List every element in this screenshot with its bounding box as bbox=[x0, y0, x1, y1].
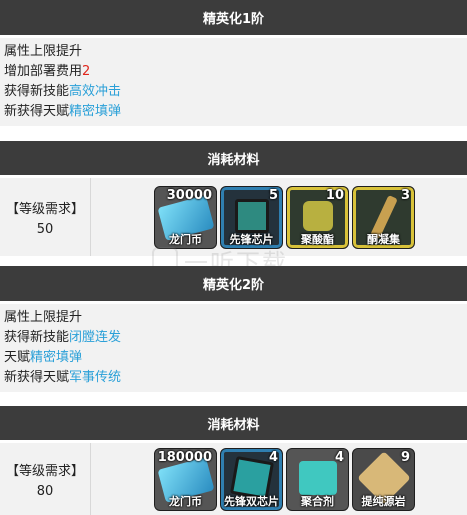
elite2-line-new-talent: 新获得天赋军事传统 bbox=[4, 370, 122, 385]
elite2-line-attr: 属性上限提升 bbox=[4, 310, 83, 325]
elite1-materials-row: 【等级需求】 50 30000 龙门币 5 先锋芯片 10 聚酸酯 3 酮凝集 bbox=[0, 178, 467, 256]
polymerization-icon bbox=[299, 460, 337, 495]
elite1-line-talent: 新获得天赋精密填弹 bbox=[4, 104, 122, 119]
vanguard-chip-icon bbox=[235, 198, 269, 233]
material-item[interactable]: 9 提纯源岩 bbox=[352, 447, 415, 511]
elite1-line-skill: 获得新技能高效冲击 bbox=[4, 84, 122, 99]
elite1-line-attr: 属性上限提升 bbox=[4, 44, 83, 59]
material-item[interactable]: 4 先锋双芯片 bbox=[220, 447, 283, 511]
elite2-materials-header: 消耗材料 bbox=[0, 406, 467, 440]
material-item[interactable]: 5 先锋芯片 bbox=[220, 185, 283, 249]
skill-link[interactable]: 闭膛连发 bbox=[69, 330, 121, 345]
talent-link[interactable]: 精密填弹 bbox=[69, 104, 121, 119]
material-item[interactable]: 180000 龙门币 bbox=[154, 447, 217, 511]
elite2-description: 属性上限提升 获得新技能闭膛连发 天赋精密填弹 新获得天赋军事传统 bbox=[0, 304, 467, 392]
talent-link[interactable]: 军事传统 bbox=[69, 370, 121, 385]
elite1-level: 50 bbox=[36, 221, 54, 237]
polyester-icon bbox=[303, 200, 333, 231]
elite1-title: 精英化1阶 bbox=[202, 12, 265, 27]
elite1-materials-header: 消耗材料 bbox=[0, 141, 467, 175]
skill-link[interactable]: 高效冲击 bbox=[69, 84, 121, 99]
elite2-requirement: 【等级需求】 80 bbox=[0, 443, 91, 515]
elite1-line-cost: 增加部署费用2 bbox=[4, 64, 91, 79]
elite2-header: 精英化2阶 bbox=[0, 266, 467, 301]
elite2-level: 80 bbox=[36, 483, 54, 499]
material-item[interactable]: 3 酮凝集 bbox=[352, 185, 415, 249]
elite1-item-list: 30000 龙门币 5 先锋芯片 10 聚酸酯 3 酮凝集 bbox=[91, 178, 415, 256]
elite1-header: 精英化1阶 bbox=[0, 0, 467, 35]
elite2-materials-row: 【等级需求】 80 180000 龙门币 4 先锋双芯片 4 聚合剂 9 提纯源… bbox=[0, 443, 467, 515]
material-item[interactable]: 30000 龙门币 bbox=[154, 185, 217, 249]
elite1-description: 属性上限提升 增加部署费用2 获得新技能高效冲击 新获得天赋精密填弹 bbox=[0, 38, 467, 126]
talent-link[interactable]: 精密填弹 bbox=[30, 350, 82, 365]
elite2-item-list: 180000 龙门币 4 先锋双芯片 4 聚合剂 9 提纯源岩 bbox=[91, 443, 415, 515]
elite2-line-skill: 获得新技能闭膛连发 bbox=[4, 330, 122, 345]
elite2-line-talent: 天赋精密填弹 bbox=[4, 350, 83, 365]
elite1-requirement: 【等级需求】 50 bbox=[0, 178, 91, 256]
elite2-title: 精英化2阶 bbox=[202, 278, 265, 293]
material-item[interactable]: 10 聚酸酯 bbox=[286, 185, 349, 249]
material-item[interactable]: 4 聚合剂 bbox=[286, 447, 349, 511]
